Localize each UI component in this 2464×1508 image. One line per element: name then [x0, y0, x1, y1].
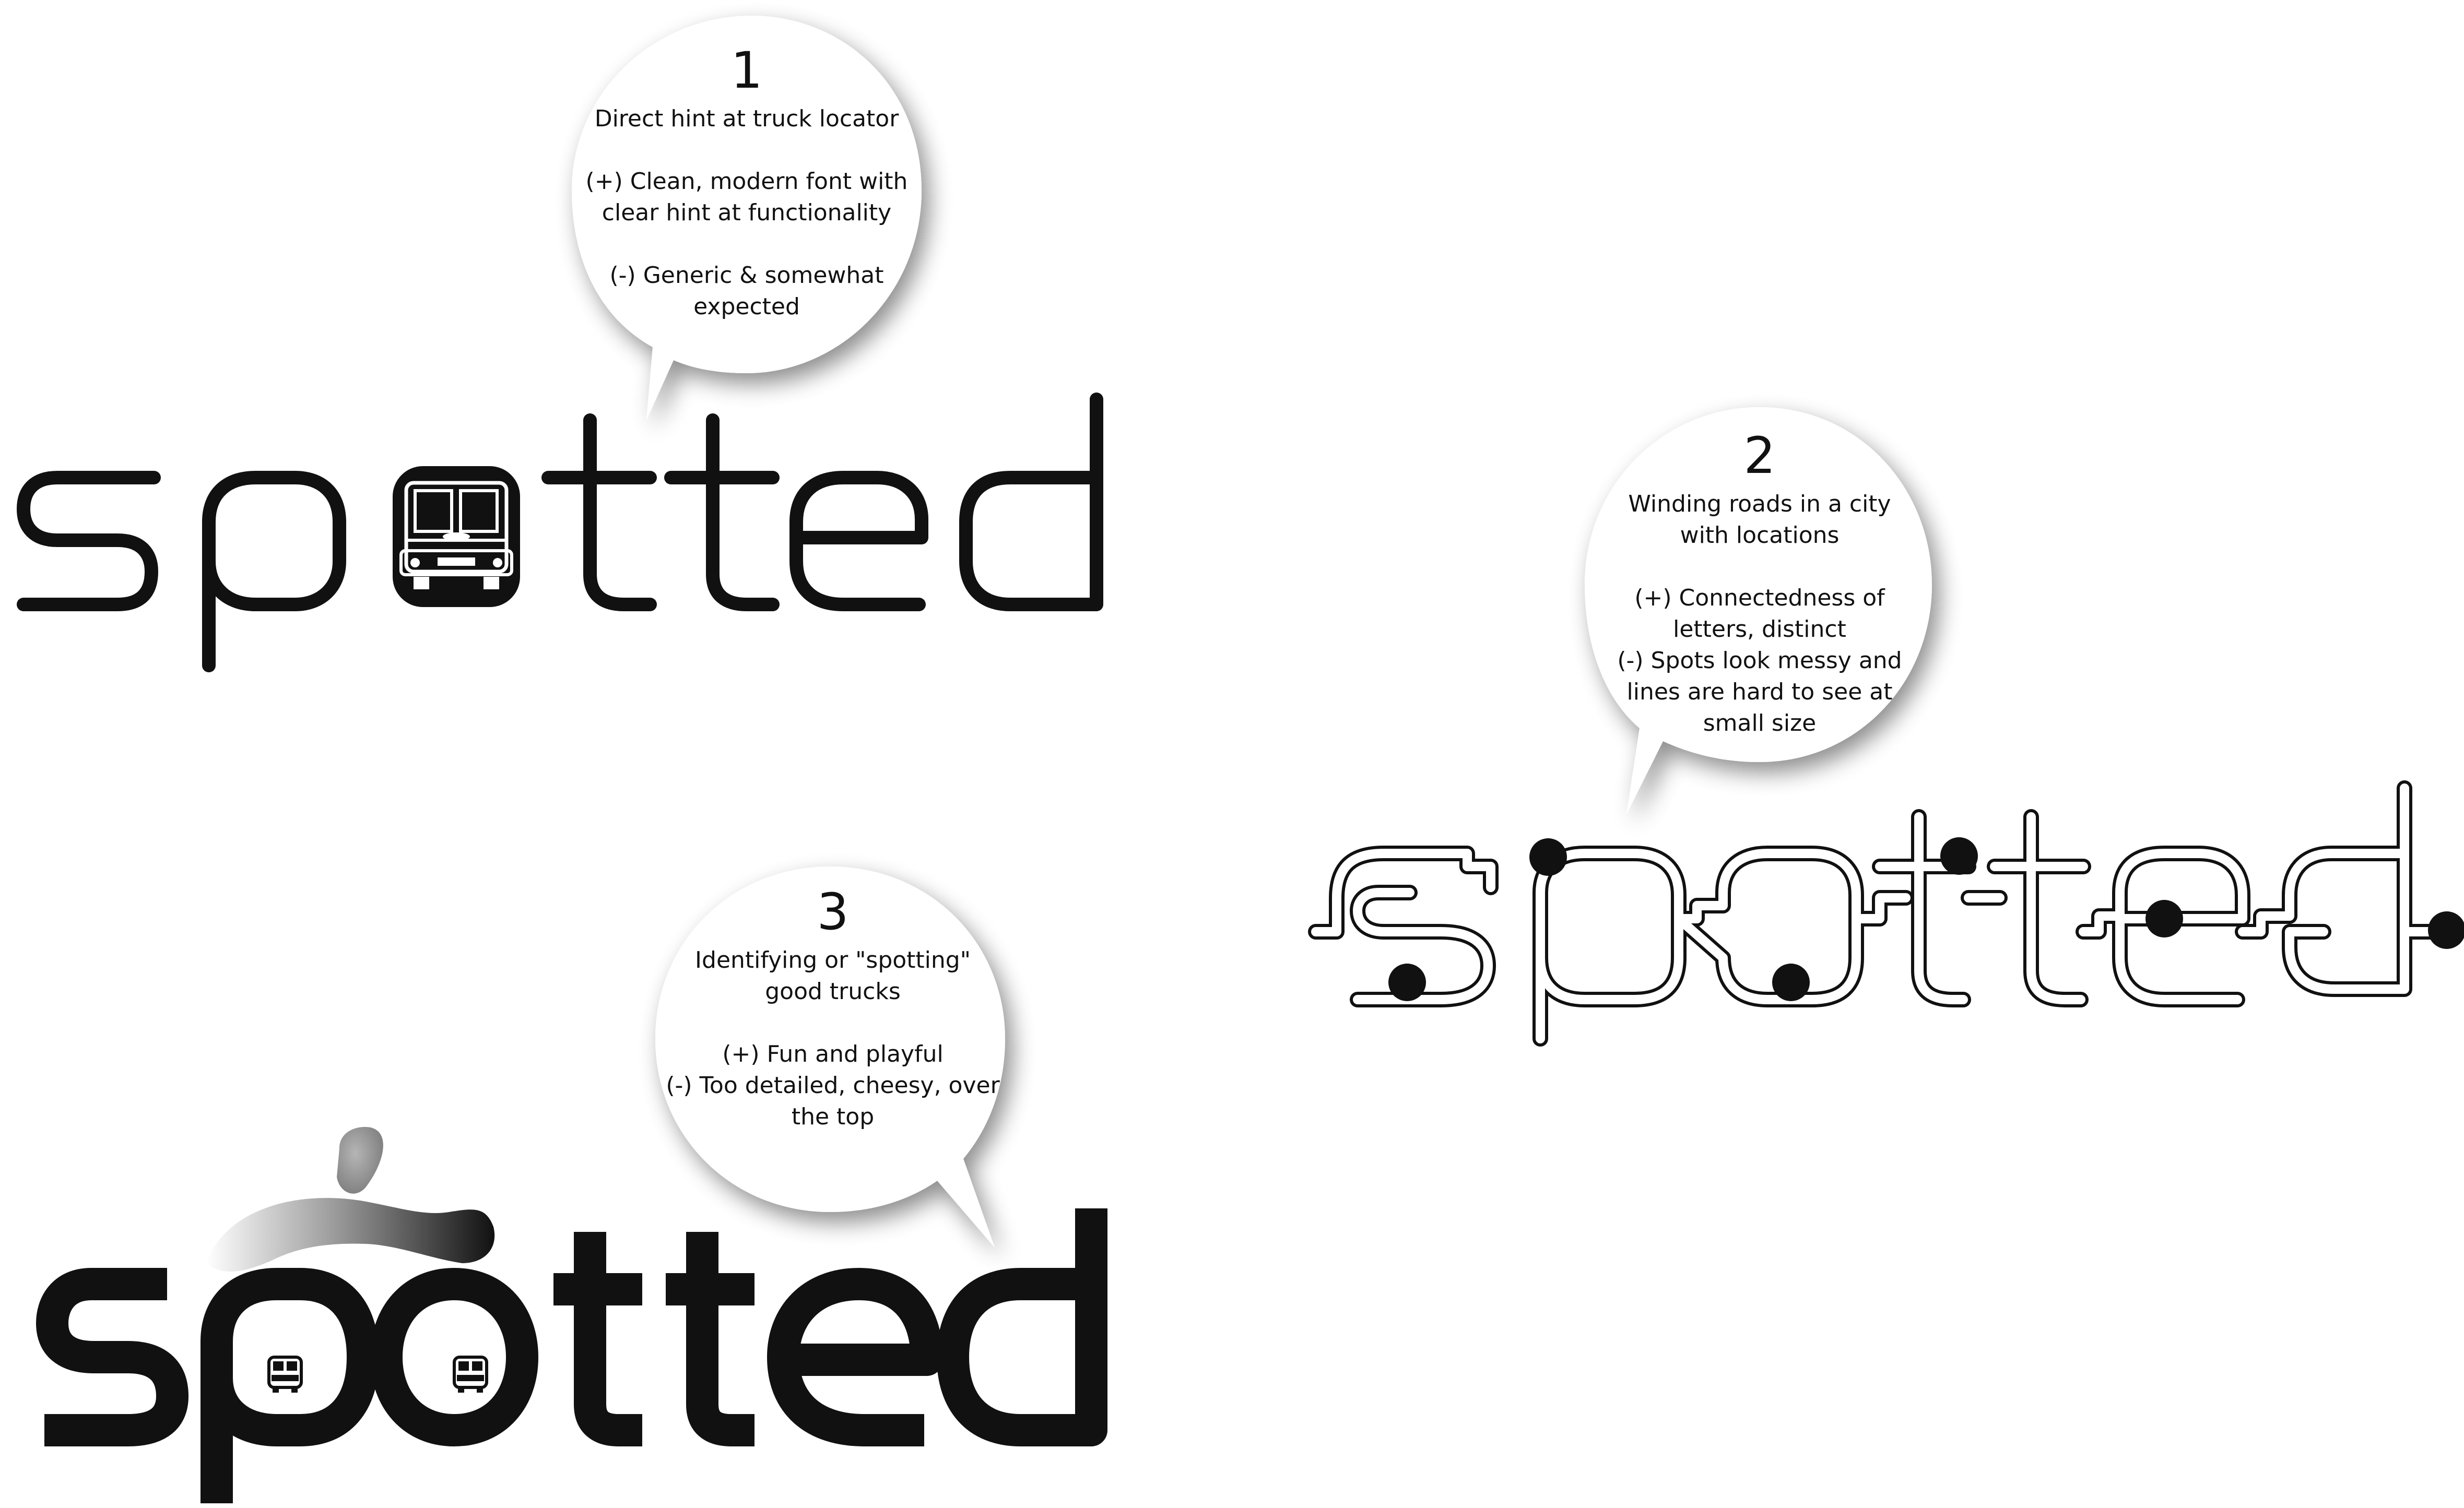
- food-truck-icon: [267, 1356, 303, 1393]
- concept-2-line: letters, distinct: [1673, 616, 1846, 643]
- logo3-letter-s: [36, 1268, 188, 1446]
- logo3-letter-e: [767, 1268, 943, 1446]
- logo-concepts-canvas: [17, 16, 2464, 1503]
- concept-2-description: 2 Winding roads in a city with locations…: [1587, 427, 1932, 739]
- logo1-letter-s: [17, 471, 161, 611]
- concept-3-line: Identifying or "spotting": [695, 947, 971, 973]
- location-dot: [1529, 838, 1567, 876]
- logo-concept-3: [36, 1208, 1107, 1503]
- logo1-letter-t1: [541, 413, 657, 611]
- concept-3-spacer: [663, 1007, 1003, 1039]
- location-dot: [1940, 837, 1978, 875]
- logo3-letter-o: [370, 1268, 538, 1446]
- logo1-letter-e: [789, 471, 928, 611]
- concept-3-line: (+) Fun and playful: [722, 1041, 944, 1067]
- location-dot: [1772, 964, 1810, 1001]
- location-dot: [1388, 964, 1426, 1001]
- concept-2-line: (+) Connectedness of: [1634, 585, 1885, 611]
- food-truck-icon: [453, 1356, 488, 1393]
- logo3-letter-t1: [553, 1232, 642, 1446]
- concept-1-spacer: [574, 229, 919, 260]
- person-figure-icon: [206, 1127, 495, 1272]
- concept-1-line: clear hint at functionality: [602, 199, 892, 226]
- concept-1-line: (+) Clean, modern font with: [585, 168, 908, 195]
- food-truck-icon: [393, 466, 520, 607]
- logo1-letter-t2: [664, 413, 780, 611]
- concept-1-spacer: [574, 135, 919, 166]
- logo-concept-2-inner: [1311, 783, 2454, 1043]
- location-dot: [2428, 911, 2464, 949]
- concept-2-line: small size: [1703, 710, 1817, 737]
- logo3-letter-d: [937, 1208, 1107, 1446]
- concept-3-line: good trucks: [765, 978, 901, 1005]
- concept-3-description: 3 Identifying or "spotting" good trucks …: [663, 883, 1003, 1133]
- concept-2-number: 2: [1743, 426, 1776, 485]
- concept-3-line: (-) Too detailed, cheesy, over: [666, 1072, 1000, 1099]
- concept-1-description: 1 Direct hint at truck locator (+) Clean…: [574, 42, 919, 323]
- concept-2-line: Winding roads in a city: [1628, 491, 1891, 517]
- logo-concept-1: [17, 393, 1103, 672]
- logo1-letter-p: [202, 471, 346, 672]
- concept-3-number: 3: [817, 883, 849, 941]
- concept-2-line: with locations: [1680, 522, 1840, 549]
- logo3-letter-t2: [666, 1232, 754, 1446]
- concept-1-line: expected: [693, 293, 800, 320]
- logo1-letter-d: [959, 393, 1103, 611]
- concept-1-line: (-) Generic & somewhat: [609, 262, 884, 289]
- location-dot: [2145, 900, 2183, 937]
- concept-2-line: (-) Spots look messy and: [1617, 647, 1902, 674]
- logo3-letter-p: [201, 1268, 379, 1503]
- concept-3-line: the top: [791, 1103, 875, 1130]
- concept-2-line: lines are hard to see at: [1626, 679, 1893, 705]
- concept-1-line: Direct hint at truck locator: [594, 105, 899, 132]
- concept-1-number: 1: [730, 41, 763, 100]
- concept-2-spacer: [1587, 551, 1932, 583]
